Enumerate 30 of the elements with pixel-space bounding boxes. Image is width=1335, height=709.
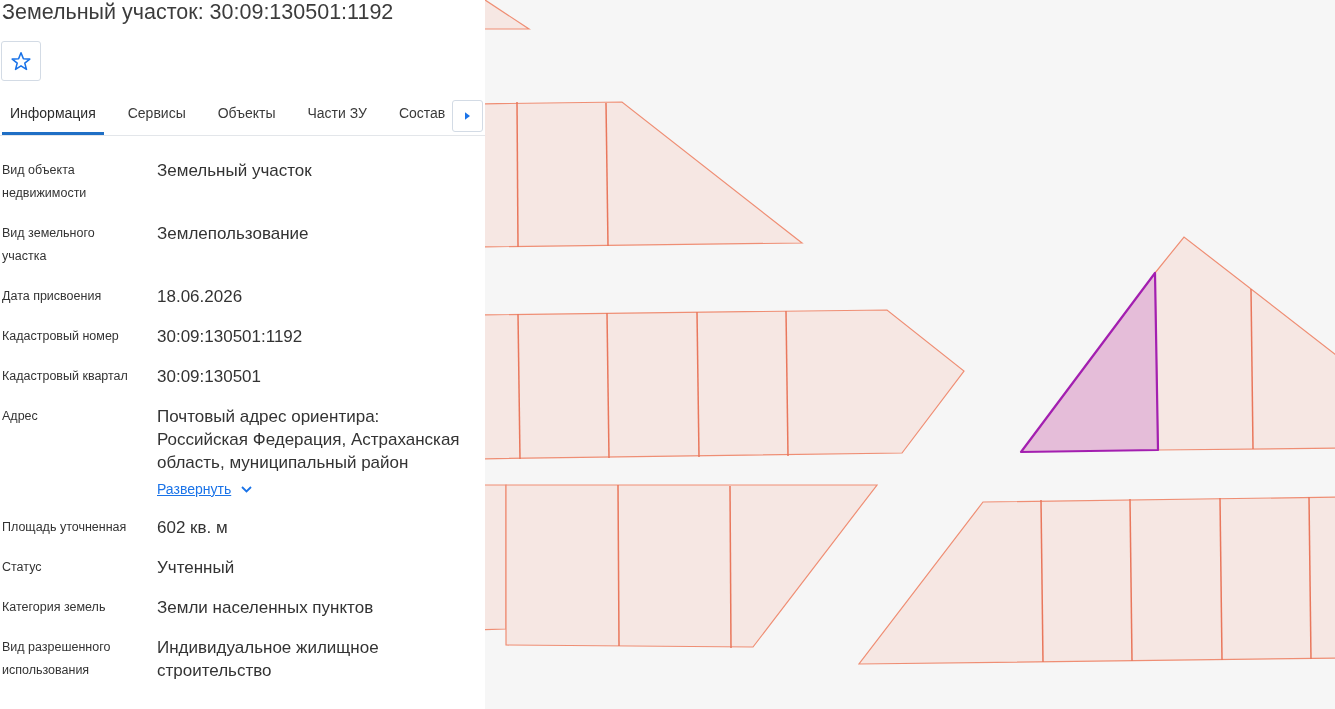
- expand-link[interactable]: Развернуть: [157, 479, 253, 499]
- property-label: Дата присвоения: [2, 288, 103, 305]
- chevron-down-icon: [241, 485, 253, 493]
- property-value: Землепользование: [157, 223, 309, 245]
- tab[interactable]: Сервисы: [119, 100, 194, 135]
- property-value: Земли населенных пунктов: [157, 597, 374, 619]
- property-label: Адрес: [2, 408, 39, 425]
- property-value: 602 кв. м: [157, 517, 228, 539]
- property-label: Вид разрешенного использования: [2, 639, 112, 679]
- page-title: Земельный участок: 30:09:130501:1192: [1, 0, 395, 24]
- tab[interactable]: Информация: [2, 100, 104, 135]
- property-value: 18.06.2026: [157, 286, 243, 308]
- property-label: Вид земельного участка: [2, 225, 96, 265]
- property-label: Кадастровый номер: [2, 328, 120, 345]
- property-label: Категория земель: [2, 599, 107, 616]
- property-value: 30:09:130501: [157, 366, 261, 388]
- property-value: Учтенный: [157, 557, 235, 579]
- property-label: Вид объекта недвижимости: [2, 162, 88, 202]
- property-value: Земельный участок: [157, 160, 312, 182]
- tab[interactable]: Объекты: [209, 100, 284, 135]
- property-value: Почтовый адрес ориентира: Российская Федерация, Астраханская область, муниципальный район: [157, 406, 461, 474]
- property-value: Индивидуальное жилищное строительство: [157, 637, 380, 682]
- tab[interactable]: Состав: [390, 100, 454, 135]
- property-label: Площадь уточненная: [2, 519, 128, 536]
- favorite-button[interactable]: [1, 41, 41, 81]
- caret-right-icon: [465, 112, 470, 120]
- property-value: 30:09:130501:1192: [157, 326, 303, 348]
- property-label: Статус: [2, 559, 43, 576]
- tab[interactable]: Части ЗУ: [299, 100, 375, 135]
- property-label: Кадастровый квартал: [2, 368, 129, 385]
